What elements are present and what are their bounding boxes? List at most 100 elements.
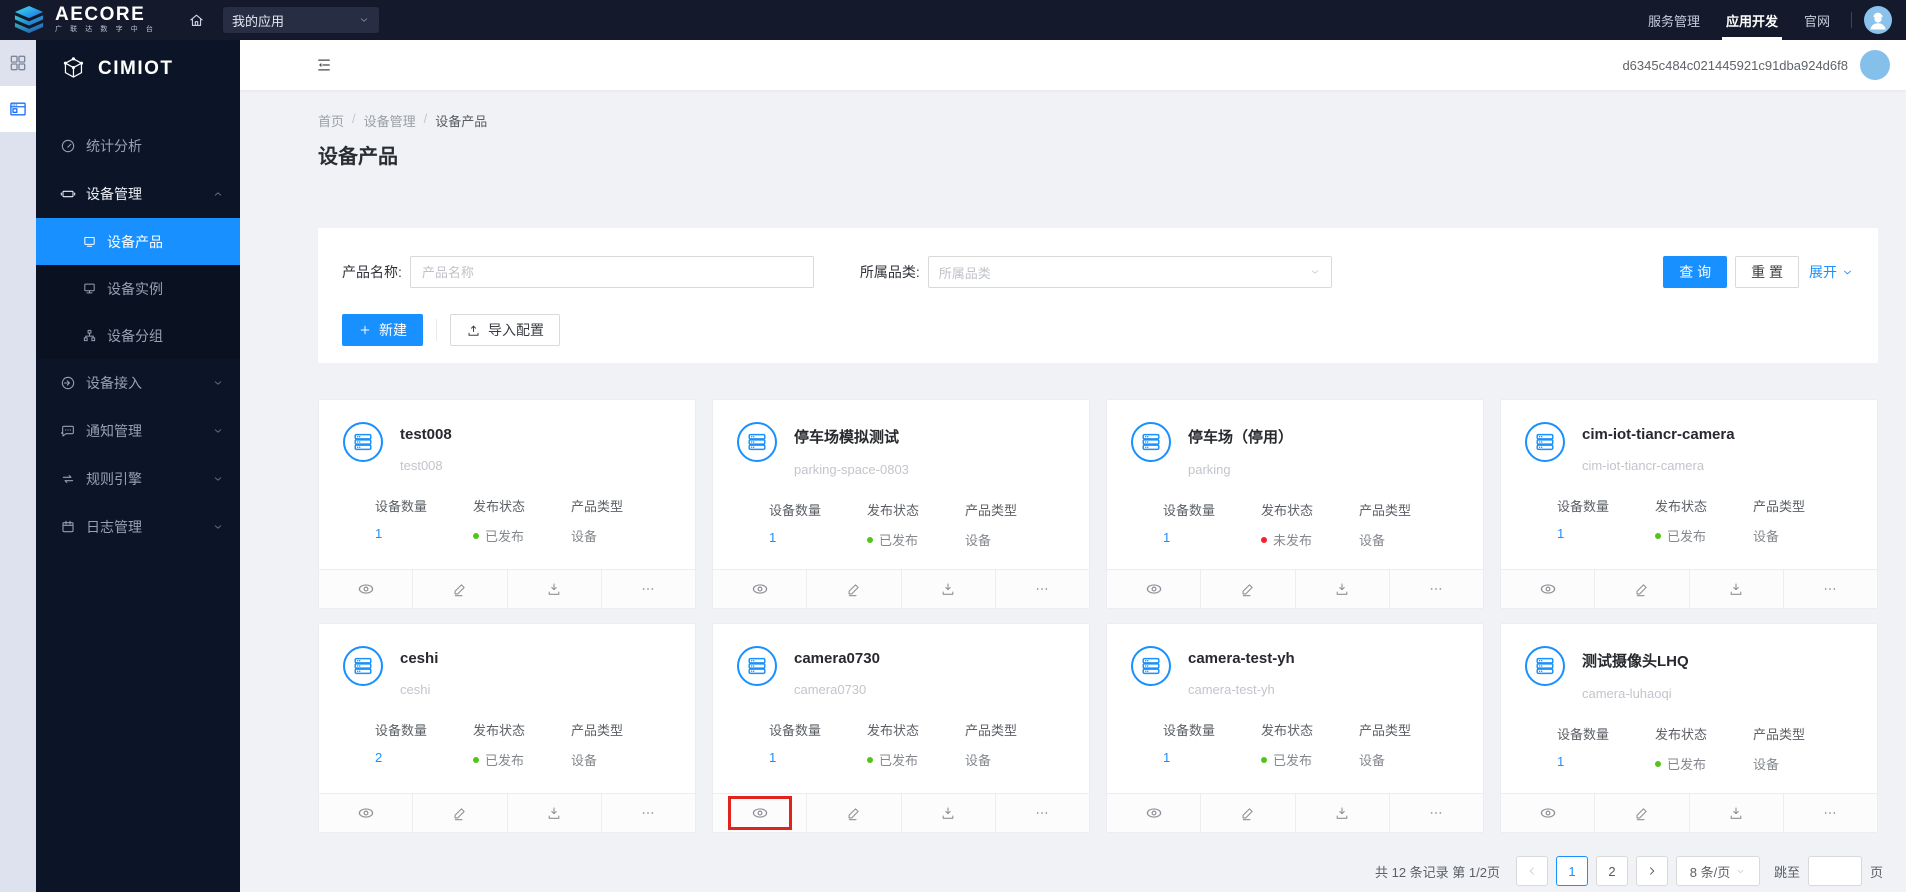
device-count-value[interactable]: 1 <box>1557 526 1655 541</box>
view-button[interactable] <box>319 794 412 832</box>
sidebar-subitem-设备实例[interactable]: 设备实例 <box>36 265 240 312</box>
server-icon <box>748 657 766 675</box>
create-button[interactable]: 新建 <box>342 314 423 346</box>
category-select[interactable]: 所属品类 <box>927 256 1332 288</box>
more-button[interactable] <box>600 794 695 832</box>
user-avatar[interactable] <box>1864 6 1892 34</box>
download-button[interactable] <box>506 570 601 608</box>
download-icon <box>1336 807 1348 819</box>
device-count-value[interactable]: 1 <box>1557 754 1655 769</box>
reset-button[interactable]: 重 置 <box>1735 256 1799 288</box>
chevUp-icon <box>214 192 222 196</box>
topnav-官网[interactable]: 官网 <box>1791 0 1843 40</box>
device-count-value[interactable]: 1 <box>375 526 473 541</box>
search-button[interactable]: 查 询 <box>1663 256 1728 288</box>
device-count-value[interactable]: 1 <box>1163 530 1261 545</box>
edit-icon <box>454 808 465 821</box>
sidebar-item-规则引擎[interactable]: 规则引擎 <box>36 455 240 503</box>
edit-button[interactable] <box>1200 570 1294 608</box>
device-count-label: 设备数量 <box>375 499 428 514</box>
view-button[interactable] <box>1501 794 1594 832</box>
publish-status-value: 已发布 <box>1655 754 1753 773</box>
jump-page-input[interactable] <box>1807 856 1862 886</box>
edit-icon <box>1242 584 1253 597</box>
more-button[interactable] <box>600 570 695 608</box>
more-button[interactable] <box>1388 794 1483 832</box>
rail-window-icon[interactable] <box>0 86 36 132</box>
card-footer <box>1107 569 1483 608</box>
expand-link[interactable]: 展开 <box>1809 262 1854 282</box>
topnav-服务管理[interactable]: 服务管理 <box>1635 0 1713 40</box>
next-page-button[interactable] <box>1635 856 1668 886</box>
page-button-2[interactable]: 2 <box>1595 856 1628 886</box>
device-count-value[interactable]: 1 <box>769 750 867 765</box>
product-type-label: 产品类型 <box>1359 723 1412 738</box>
sidebar-subitem-label: 设备实例 <box>107 280 163 297</box>
sidebar-item-设备管理[interactable]: 设备管理 <box>36 170 240 218</box>
sidebar-subitem-设备产品[interactable]: 设备产品 <box>36 218 240 265</box>
edit-button[interactable] <box>412 794 506 832</box>
more-button[interactable] <box>994 570 1089 608</box>
sidebar-subitem-设备分组[interactable]: 设备分组 <box>36 312 240 359</box>
gauge-icon <box>61 139 75 153</box>
more-button[interactable] <box>1782 794 1877 832</box>
view-button[interactable] <box>1501 570 1594 608</box>
app-select[interactable]: 我的应用 <box>222 7 379 33</box>
download-button[interactable] <box>1294 794 1389 832</box>
download-icon <box>1336 583 1348 595</box>
download-button[interactable] <box>900 570 995 608</box>
more-button[interactable] <box>994 794 1089 832</box>
edit-button[interactable] <box>1200 794 1294 832</box>
pagination-summary: 共 12 条记录 第 1/2页 <box>1374 864 1500 880</box>
edit-button[interactable] <box>412 570 506 608</box>
more-button[interactable] <box>1782 570 1877 608</box>
page-size-select[interactable]: 8 条/页 <box>1675 856 1760 886</box>
card-footer <box>713 793 1089 832</box>
sidebar-item-设备接入[interactable]: 设备接入 <box>36 359 240 407</box>
import-config-button[interactable]: 导入配置 <box>450 314 560 346</box>
import-button-label: 导入配置 <box>488 322 544 338</box>
eye-icon <box>752 584 767 594</box>
view-button[interactable] <box>713 570 806 608</box>
more-button[interactable] <box>1388 570 1483 608</box>
view-button[interactable] <box>1107 570 1200 608</box>
publish-status-value: 已发布 <box>867 530 965 549</box>
download-icon <box>548 807 560 819</box>
device-count-value[interactable]: 1 <box>1163 750 1261 765</box>
edit-button[interactable] <box>1594 794 1688 832</box>
download-button[interactable] <box>900 794 995 832</box>
device-count-value[interactable]: 1 <box>769 530 867 545</box>
device-count-value[interactable]: 2 <box>375 750 473 765</box>
server-icon <box>748 433 766 451</box>
breadcrumb-首页[interactable]: 首页 <box>318 111 344 130</box>
edit-button[interactable] <box>806 794 900 832</box>
sidebar-item-通知管理[interactable]: 通知管理 <box>36 407 240 455</box>
breadcrumb-设备管理[interactable]: 设备管理 <box>364 111 416 130</box>
eye-icon <box>1540 584 1555 594</box>
cimiot-logo-text: CIMIOT <box>98 58 174 79</box>
download-button[interactable] <box>1688 570 1783 608</box>
product-name-input[interactable] <box>409 256 814 288</box>
rail-appstore-icon[interactable] <box>0 40 36 86</box>
edit-button[interactable] <box>1594 570 1688 608</box>
aecore-logo[interactable]: AECORE 广 联 达 数 字 中 台 <box>0 5 164 35</box>
edit-button[interactable] <box>806 570 900 608</box>
home-icon[interactable] <box>188 12 205 29</box>
product-type-label: 产品类型 <box>965 723 1018 738</box>
download-button[interactable] <box>1688 794 1783 832</box>
download-button[interactable] <box>506 794 601 832</box>
sidebar-item-日志管理[interactable]: 日志管理 <box>36 503 240 551</box>
view-button[interactable] <box>319 570 412 608</box>
download-button[interactable] <box>1294 570 1389 608</box>
page-button-1[interactable]: 1 <box>1555 856 1588 886</box>
topbar: AECORE 广 联 达 数 字 中 台 我的应用 服务管理 应用开发 官网 <box>0 0 1906 40</box>
view-button[interactable] <box>713 794 806 832</box>
group-icon <box>83 329 96 342</box>
collapse-menu-icon[interactable] <box>315 56 333 74</box>
sidebar-item-统计分析[interactable]: 统计分析 <box>36 122 240 170</box>
topnav-应用开发[interactable]: 应用开发 <box>1713 0 1791 40</box>
cimiot-logo[interactable]: CIMIOT <box>36 40 240 98</box>
prev-page-button[interactable] <box>1515 856 1548 886</box>
header-avatar[interactable] <box>1860 50 1890 80</box>
view-button[interactable] <box>1107 794 1200 832</box>
